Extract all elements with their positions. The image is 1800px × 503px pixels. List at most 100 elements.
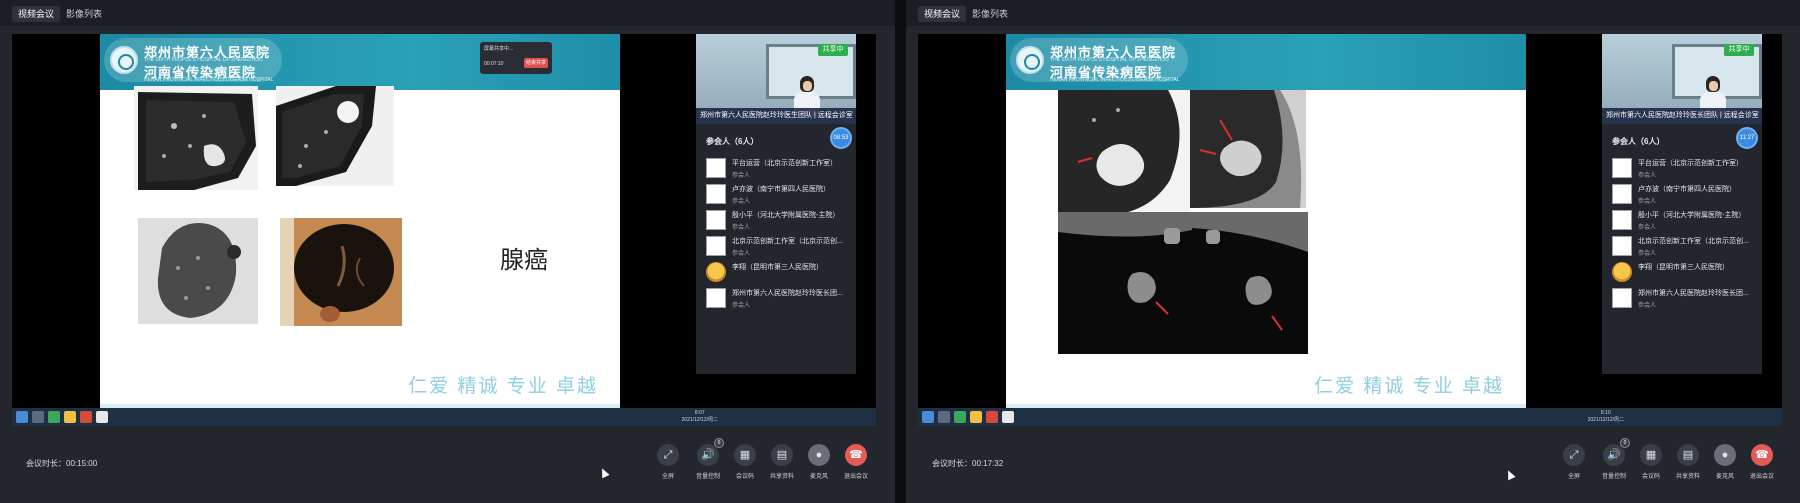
ct-scan-mediastinal-window-2 <box>1192 212 1308 354</box>
participant-name: 平台运营（北京示范创新工作室） <box>732 160 837 167</box>
tab-image-list[interactable]: 影像列表 <box>966 6 1014 22</box>
participant-role: 参会人 <box>732 173 751 179</box>
participant-role: 参会人 <box>1638 303 1657 309</box>
exit-meeting-label: 退出会议 <box>843 474 868 480</box>
participant-name: 北京示范创新工作室（北京示范创... <box>1638 238 1749 245</box>
screen-share-popup: 屏幕共享中... 00:07:10 结束共享 <box>480 42 552 74</box>
duration-value: 00:17:32 <box>972 459 1004 468</box>
microphone-icon: ● <box>1714 444 1736 466</box>
taskbar-time: 8:07 <box>694 410 705 416</box>
avatar <box>706 236 726 256</box>
search-icon[interactable] <box>938 411 950 423</box>
hospital-emblem-icon <box>1016 46 1044 74</box>
meeting-duration: 会议时长：00:15:00 <box>26 458 97 469</box>
windows-start-icon[interactable] <box>922 411 934 423</box>
fullscreen-button[interactable]: ⤢ 全屏 <box>650 444 686 490</box>
ct-scan-mediastinal-window-1 <box>1058 212 1192 354</box>
hospital-name-henan-en: HENAN PROVINCIAL INFECTIOUS DISEASE HOSP… <box>144 77 274 83</box>
participant-item[interactable]: 平台运营（北京示范创新工作室） 参会人 <box>706 156 851 180</box>
avatar <box>706 184 726 204</box>
taskbar-date: 2021/12/12/周二 <box>681 417 718 423</box>
meeting-code-button[interactable]: ▦ 会议码 <box>1633 444 1669 490</box>
wps-icon[interactable] <box>80 411 92 423</box>
tab-video-meeting[interactable]: 视频会议 <box>918 6 967 22</box>
hospital-logo-badge: 郑州市第六人民医院 THE SIXTH PEOPLE'S HOSPITAL OF… <box>104 38 282 83</box>
hospital-name-henan-en: HENAN PROVINCIAL INFECTIOUS DISEASE HOSP… <box>1050 77 1180 83</box>
participant-item[interactable]: 卢亦波（南宁市第四人民医院） 参会人 <box>1612 182 1757 206</box>
document-icon: ▤ <box>1677 444 1699 466</box>
folder-icon[interactable] <box>970 411 982 423</box>
windows-taskbar: 8:10 2021/12/12/周二 <box>918 408 1782 426</box>
microphone-button[interactable]: ● 麦克风 <box>801 444 837 490</box>
host-video-feed[interactable]: 共享中 郑州市第六人民医院赵玲玲医生团队 | 远程会诊室（... <box>696 34 856 124</box>
tab-image-list[interactable]: 影像列表 <box>60 6 108 22</box>
participant-role: 参会人 <box>732 225 751 231</box>
participant-role: 参会人 <box>1638 225 1657 231</box>
slide-header: 郑州市第六人民医院 THE SIXTH PEOPLE'S HOSPITAL OF… <box>100 34 620 90</box>
meeting-duration: 会议时长：00:17:32 <box>932 458 1003 469</box>
mouse-cursor-icon <box>598 466 610 479</box>
avatar <box>706 158 726 178</box>
video-caption: 郑州市第六人民医院赵玲玲医生团队 | 远程会诊室（... <box>696 108 856 124</box>
participant-count-title: 参会人（6人） <box>706 137 759 146</box>
shared-materials-button[interactable]: ▤ 共享资料 <box>764 444 800 490</box>
duration-label: 会议时长： <box>932 459 972 468</box>
windows-start-icon[interactable] <box>16 411 28 423</box>
ct-scan-lung-window-2 <box>1190 90 1306 208</box>
participant-role: 参会人 <box>732 199 751 205</box>
mouse-cursor-icon <box>1504 468 1516 481</box>
participant-name: 北京示范创新工作室（北京示范创... <box>732 238 843 245</box>
stop-share-button[interactable]: 结束共享 <box>524 58 548 68</box>
shared-materials-button[interactable]: ▤ 共享资料 <box>1670 444 1706 490</box>
qrcode-icon: ▦ <box>1640 444 1662 466</box>
ct-scan-image-1 <box>134 86 258 190</box>
participant-role: 参会人 <box>1638 173 1657 179</box>
participant-name: 郑州市第六人民医院赵玲玲医长团... <box>732 290 843 297</box>
participant-item[interactable]: 卢亦波（南宁市第四人民医院） 参会人 <box>706 182 851 206</box>
exit-meeting-button[interactable]: ☎ 退出会议 <box>838 444 874 490</box>
participant-item[interactable]: 李翔（昆明市第三人民医院） <box>706 260 851 284</box>
participant-role: 参会人 <box>732 303 751 309</box>
avatar <box>706 288 726 308</box>
host-video-feed[interactable]: 共享中 郑州市第六人民医院赵玲玲医长团队 | 远程会诊室（... <box>1602 34 1762 124</box>
fullscreen-button[interactable]: ⤢ 全屏 <box>1556 444 1592 490</box>
participant-item[interactable]: 郑州市第六人民医院赵玲玲医长团... 参会人 <box>1612 286 1757 310</box>
person-face <box>1709 81 1718 91</box>
ct-scan-lung-window-1 <box>1058 90 1190 216</box>
exit-meeting-label: 退出会议 <box>1749 474 1774 480</box>
wps-icon[interactable] <box>986 411 998 423</box>
duration-label: 会议时长： <box>26 459 66 468</box>
participant-item[interactable]: 殷小平（河北大学附属医院-主院） 参会人 <box>1612 208 1757 232</box>
share-popup-title: 屏幕共享中... <box>484 46 514 52</box>
participant-role: 参会人 <box>1638 251 1657 257</box>
volume-control-button[interactable]: 🔊 0 音量控制 <box>1596 438 1632 490</box>
diagnosis-label: 腺癌 <box>500 246 548 274</box>
participant-role: 参会人 <box>1638 199 1657 205</box>
participant-item[interactable]: 郑州市第六人民医院赵玲玲医长团... 参会人 <box>706 286 851 310</box>
participant-item[interactable]: 北京示范创新工作室（北京示范创... 参会人 <box>1612 234 1757 258</box>
exit-meeting-button[interactable]: ☎ 退出会议 <box>1744 444 1780 490</box>
avatar <box>1612 210 1632 230</box>
participant-item[interactable]: 平台运营（北京示范创新工作室） 参会人 <box>1612 156 1757 180</box>
participant-item[interactable]: 李翔（昆明市第三人民医院） <box>1612 260 1757 284</box>
tab-video-meeting[interactable]: 视频会议 <box>12 6 61 22</box>
search-icon[interactable] <box>32 411 44 423</box>
ct-scan-image-2 <box>276 86 394 186</box>
sharing-status-badge: 共享中 <box>1724 44 1754 56</box>
volume-control-button[interactable]: 🔊 0 音量控制 <box>690 438 726 490</box>
participant-name: 平台运营（北京示范创新工作室） <box>1638 160 1743 167</box>
folder-icon[interactable] <box>64 411 76 423</box>
avatar <box>706 210 726 230</box>
microphone-button[interactable]: ● 麦克风 <box>1707 444 1743 490</box>
microphone-icon: ● <box>808 444 830 466</box>
app-icon[interactable] <box>96 411 108 423</box>
participant-item[interactable]: 殷小平（河北大学附属医院-主院） 参会人 <box>706 208 851 232</box>
participant-role: 参会人 <box>732 251 751 257</box>
participant-panel: 参会人（6人） 08:53 平台运营（北京示范创新工作室） 参会人 卢亦波（南宁… <box>696 124 856 374</box>
browser-icon[interactable] <box>954 411 966 423</box>
hospital-logo-badge: 郑州市第六人民医院 THE SIXTH PEOPLE'S HOSPITAL OF… <box>1010 38 1188 83</box>
browser-icon[interactable] <box>48 411 60 423</box>
meeting-code-button[interactable]: ▦ 会议码 <box>727 444 763 490</box>
participant-item[interactable]: 北京示范创新工作室（北京示范创... 参会人 <box>706 234 851 258</box>
app-icon[interactable] <box>1002 411 1014 423</box>
